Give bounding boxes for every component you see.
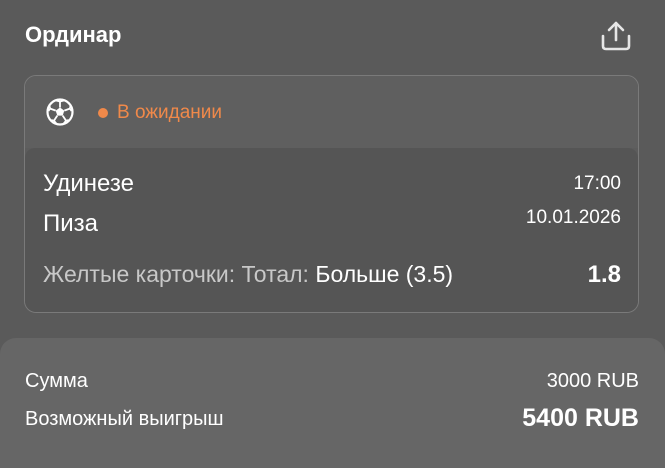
status-text: В ожидании: [117, 102, 223, 123]
share-icon: [601, 21, 631, 51]
share-button[interactable]: [596, 16, 636, 56]
possible-win-value: 5400 RUB: [522, 404, 639, 432]
bet-card-header: В ожидании: [25, 76, 638, 148]
bet-card-body: Удинезе Пиза 17:00 10.01.2026 Желтые кар…: [25, 148, 638, 312]
bet-market: Желтые карточки: Тотал: Больше (3.5): [43, 261, 453, 288]
team-home: Удинезе: [43, 170, 134, 197]
bet-odds: 1.8: [587, 261, 621, 288]
header: Ординар: [0, 0, 665, 72]
bet-summary: Сумма 3000 RUB Возможный выигрыш 5400 RU…: [0, 338, 665, 468]
stake-label: Сумма: [25, 370, 88, 392]
bet-card[interactable]: В ожидании Удинезе Пиза 17:00 10.01.2026…: [24, 75, 639, 313]
possible-win-label: Возможный выигрыш: [25, 408, 224, 430]
match-time: 17:00: [573, 173, 621, 194]
page-title: Ординар: [25, 22, 122, 47]
stake-value: 3000 RUB: [546, 370, 639, 392]
status-badge: В ожидании: [98, 102, 222, 124]
market-name: Желтые карточки: Тотал:: [43, 261, 316, 287]
match-date: 10.01.2026: [525, 207, 621, 228]
soccer-ball-icon: [46, 98, 74, 126]
team-away: Пиза: [43, 210, 99, 237]
status-dot: [98, 108, 108, 118]
market-selection: Больше (3.5): [315, 261, 454, 287]
